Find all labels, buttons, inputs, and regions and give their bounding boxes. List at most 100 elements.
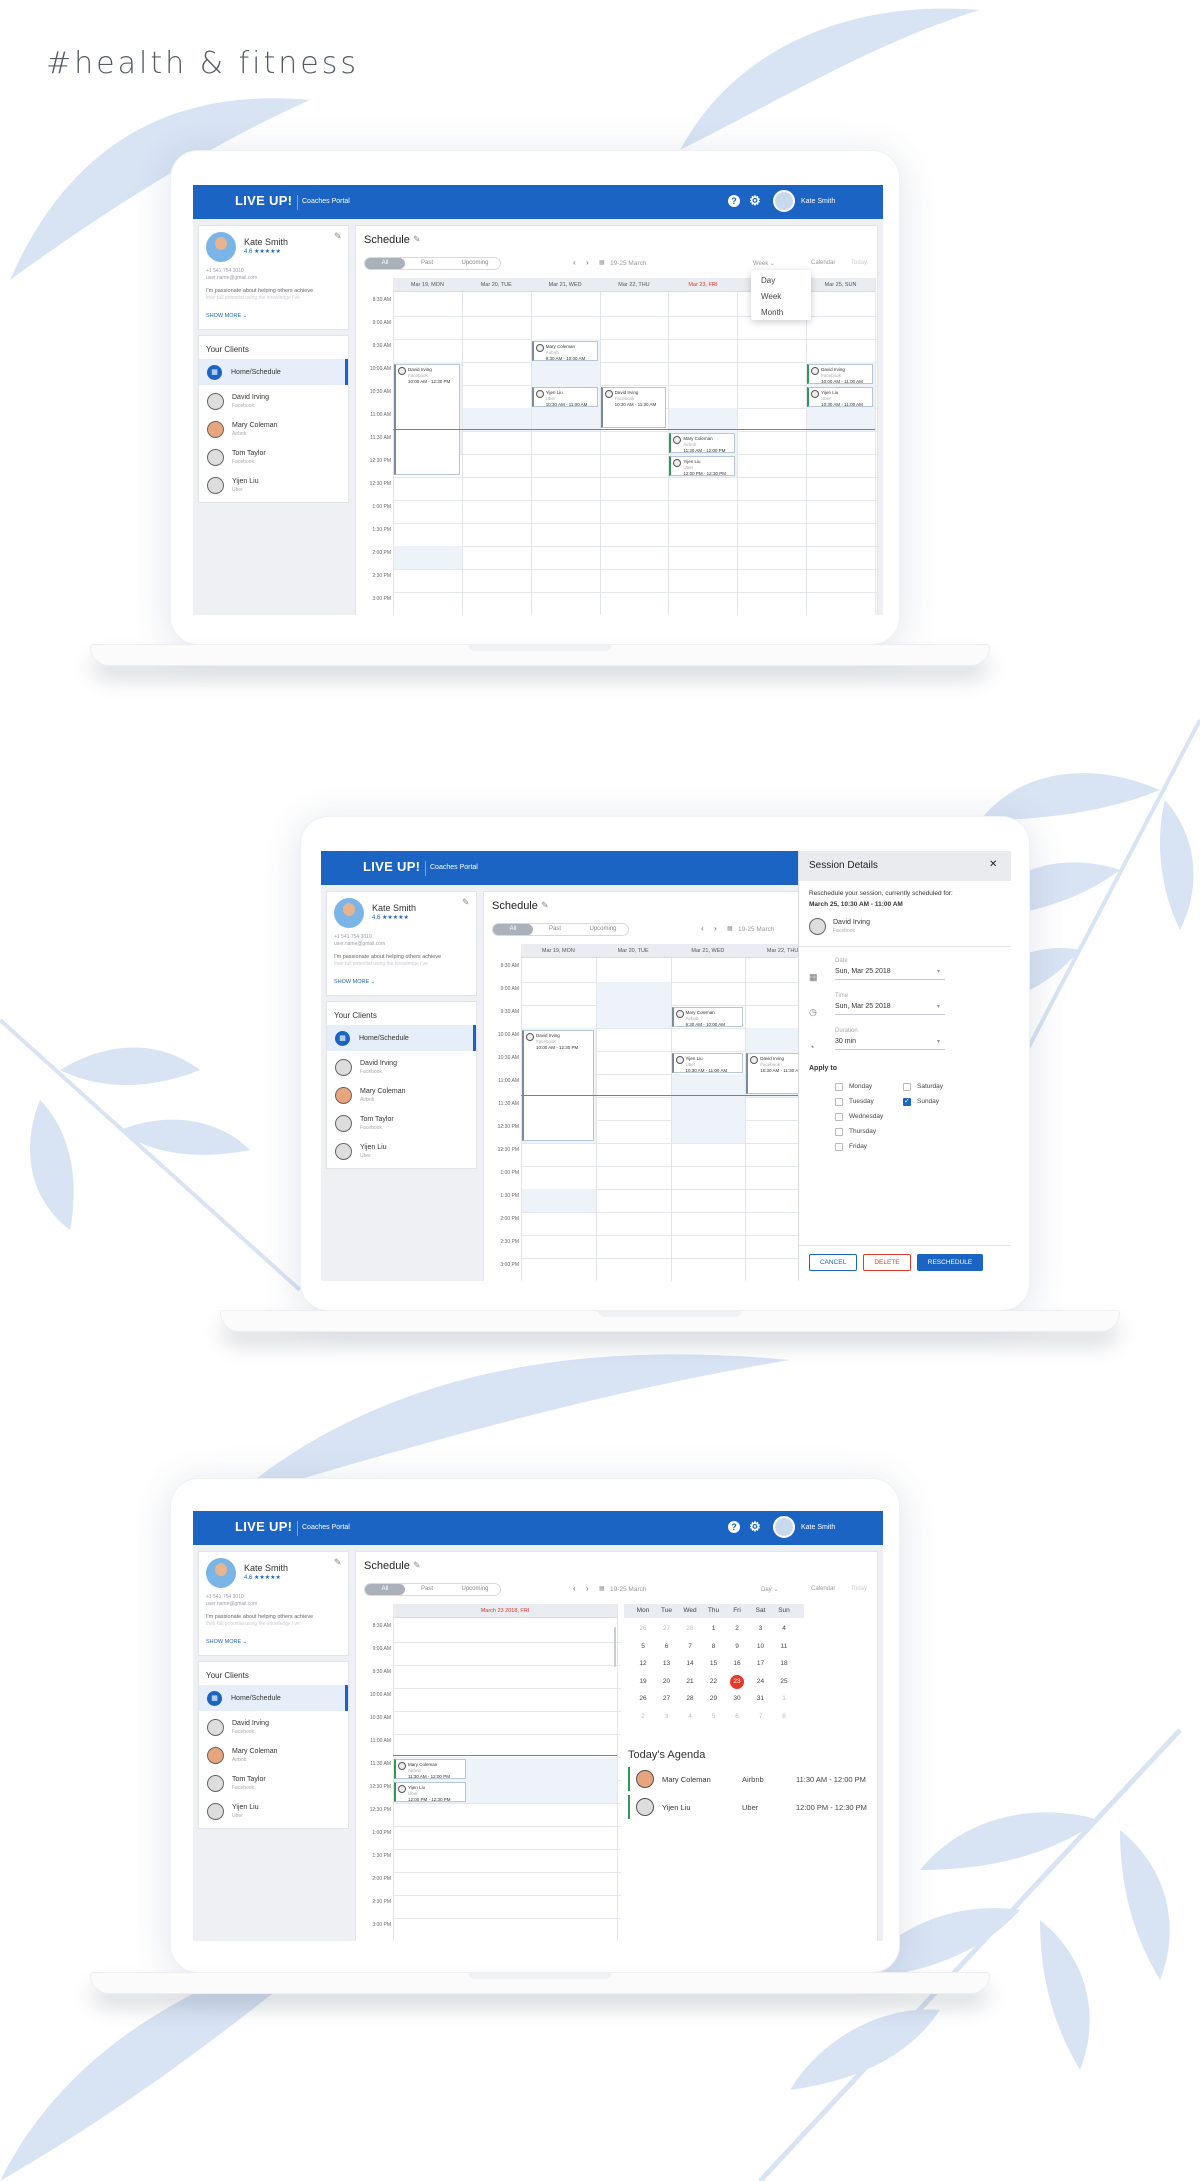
calendar-day[interactable]: 4: [773, 1622, 795, 1636]
brand-logo[interactable]: LIVE UP!: [235, 193, 292, 208]
gear-icon[interactable]: ⚙: [749, 194, 761, 207]
weekday-checkbox[interactable]: [903, 1097, 911, 1106]
client-item[interactable]: Tom Taylor Facebook: [327, 1110, 476, 1136]
filter-all[interactable]: All: [365, 1584, 405, 1595]
filter-upcoming[interactable]: Upcoming: [583, 926, 623, 932]
calendar-day[interactable]: 20: [656, 1675, 678, 1689]
brand-logo[interactable]: LIVE UP!: [235, 1519, 292, 1534]
weekday-checkbox[interactable]: [835, 1098, 843, 1106]
calendar-toggle[interactable]: Calendar: [811, 1586, 835, 1592]
schedule-event[interactable]: Yijen Liu Uber 10:30 AM - 11:00 AM: [531, 387, 598, 407]
show-more-link[interactable]: SHOW MORE ⌄: [206, 313, 247, 319]
sidebar-item-home[interactable]: ▦ Home/Schedule: [327, 1025, 476, 1051]
calendar-day[interactable]: 26: [632, 1622, 654, 1636]
calendar-day[interactable]: 6: [726, 1710, 748, 1724]
scrollbar[interactable]: [614, 1627, 616, 1667]
calendar-day[interactable]: 23: [730, 1674, 744, 1689]
next-arrow-icon[interactable]: ›: [714, 924, 717, 933]
calendar-day[interactable]: 12: [632, 1657, 654, 1671]
calendar-day[interactable]: 31: [750, 1692, 772, 1706]
show-more-link[interactable]: SHOW MORE ⌄: [334, 979, 375, 985]
calendar-day[interactable]: 22: [703, 1675, 725, 1689]
client-item[interactable]: Yijen Liu Uber: [199, 472, 348, 498]
calendar-day[interactable]: 29: [703, 1692, 725, 1706]
schedule-event[interactable]: Yijen Liu Uber 10:30 AM - 11:00 AM: [807, 387, 873, 407]
schedule-event[interactable]: David Irving Facebook 10:00 AM - 11:00 AM: [807, 364, 873, 384]
calendar-day[interactable]: 2: [726, 1622, 748, 1636]
today-button[interactable]: Today: [851, 1586, 867, 1592]
calendar-day[interactable]: 7: [750, 1710, 772, 1724]
calendar-day[interactable]: 28: [679, 1692, 701, 1706]
calendar-day[interactable]: 18: [773, 1657, 795, 1671]
client-item[interactable]: Mary Coleman Airbnb: [327, 1082, 476, 1108]
calendar-day[interactable]: 15: [703, 1657, 725, 1671]
schedule-event[interactable]: Yijen Liu Uber 12:00 PM - 12:30 PM: [394, 1782, 466, 1802]
view-select[interactable]: Day ⌄: [761, 1586, 778, 1593]
avatar[interactable]: [773, 1516, 795, 1538]
delete-button[interactable]: DELETE: [863, 1254, 911, 1271]
weekday-checkbox[interactable]: [835, 1113, 843, 1121]
sidebar-item-home[interactable]: ▦ Home/Schedule: [199, 1685, 348, 1711]
menu-item-week[interactable]: Week: [761, 292, 781, 301]
calendar-day[interactable]: 17: [750, 1657, 772, 1671]
calendar-day[interactable]: 4: [679, 1710, 701, 1724]
filter-upcoming[interactable]: Upcoming: [455, 260, 495, 266]
client-item[interactable]: Yijen Liu Uber: [199, 1798, 348, 1824]
calendar-day[interactable]: 16: [726, 1657, 748, 1671]
weekday-checkbox[interactable]: [835, 1083, 843, 1091]
schedule-event[interactable]: Mary Coleman Airbnb 11:30 AM - 12:00 PM: [669, 433, 736, 453]
edit-pencil-icon[interactable]: ✎: [541, 900, 549, 911]
user-name[interactable]: Kate Smith: [801, 1524, 835, 1531]
edit-pencil-icon[interactable]: ✎: [334, 231, 342, 242]
client-item[interactable]: Mary Coleman Airbnb: [199, 1742, 348, 1768]
calendar-day[interactable]: 14: [679, 1657, 701, 1671]
avatar[interactable]: [773, 190, 795, 212]
schedule-event[interactable]: Yijen Liu Uber 10:30 AM - 11:00 AM: [671, 1053, 744, 1073]
menu-item-day[interactable]: Day: [761, 276, 775, 285]
calendar-day[interactable]: 30: [726, 1692, 748, 1706]
calendar-day[interactable]: 9: [726, 1640, 748, 1654]
prev-arrow-icon[interactable]: ‹: [573, 1584, 576, 1593]
schedule-event[interactable]: David Irving Facebook 10:00 AM - 12:30 PM: [522, 1030, 594, 1141]
next-arrow-icon[interactable]: ›: [586, 1584, 589, 1593]
agenda-item[interactable]: Mary Coleman Airbnb 11:30 AM - 12:00 PM: [628, 1767, 873, 1791]
schedule-event[interactable]: Mary Coleman Airbnb 9:30 AM - 10:00 AM: [531, 341, 598, 361]
calendar-day[interactable]: 3: [750, 1622, 772, 1636]
schedule-event[interactable]: Mary Coleman Airbnb 9:30 AM - 10:00 AM: [671, 1007, 744, 1027]
edit-pencil-icon[interactable]: ✎: [334, 1557, 342, 1568]
calendar-day[interactable]: 5: [632, 1640, 654, 1654]
today-button[interactable]: Today: [851, 260, 867, 266]
calendar-day[interactable]: 27: [656, 1692, 678, 1706]
calendar-day[interactable]: 28: [679, 1622, 701, 1636]
calendar-day[interactable]: 24: [750, 1675, 772, 1689]
client-item[interactable]: David Irving Facebook: [199, 388, 348, 414]
calendar-day[interactable]: 1: [773, 1692, 795, 1706]
calendar-day[interactable]: 8: [773, 1710, 795, 1724]
sidebar-item-home[interactable]: ▦ Home/Schedule: [199, 359, 348, 385]
weekday-checkbox[interactable]: [903, 1083, 911, 1091]
calendar-day[interactable]: 8: [703, 1640, 725, 1654]
client-item[interactable]: Mary Coleman Airbnb: [199, 416, 348, 442]
schedule-event[interactable]: Yijen Liu Uber 12:00 PM - 12:30 PM: [669, 456, 736, 476]
client-item[interactable]: David Irving Facebook: [199, 1714, 348, 1740]
next-arrow-icon[interactable]: ›: [586, 258, 589, 267]
calendar-day[interactable]: 3: [656, 1710, 678, 1724]
prev-arrow-icon[interactable]: ‹: [701, 924, 704, 933]
schedule-event[interactable]: David Irving Facebook 10:30 AM - 11:30 AM: [600, 387, 667, 428]
filter-past[interactable]: Past: [540, 926, 570, 932]
calendar-day[interactable]: 6: [656, 1640, 678, 1654]
close-icon[interactable]: ✕: [989, 859, 997, 870]
agenda-item[interactable]: Yijen Liu Uber 12:00 PM - 12:30 PM: [628, 1795, 873, 1819]
calendar-day[interactable]: 5: [703, 1710, 725, 1724]
edit-pencil-icon[interactable]: ✎: [462, 897, 470, 908]
weekday-checkbox[interactable]: [835, 1143, 843, 1151]
client-item[interactable]: Tom Taylor Facebook: [199, 1770, 348, 1796]
filter-past[interactable]: Past: [412, 1586, 442, 1592]
calendar-day[interactable]: 27: [656, 1622, 678, 1636]
calendar-day[interactable]: 2: [632, 1710, 654, 1724]
chevron-down-icon[interactable]: ▾: [937, 968, 940, 975]
help-icon[interactable]: ?: [728, 195, 740, 207]
calendar-day[interactable]: 10: [750, 1640, 772, 1654]
client-item[interactable]: Yijen Liu Uber: [327, 1138, 476, 1164]
gear-icon[interactable]: ⚙: [749, 1520, 761, 1533]
